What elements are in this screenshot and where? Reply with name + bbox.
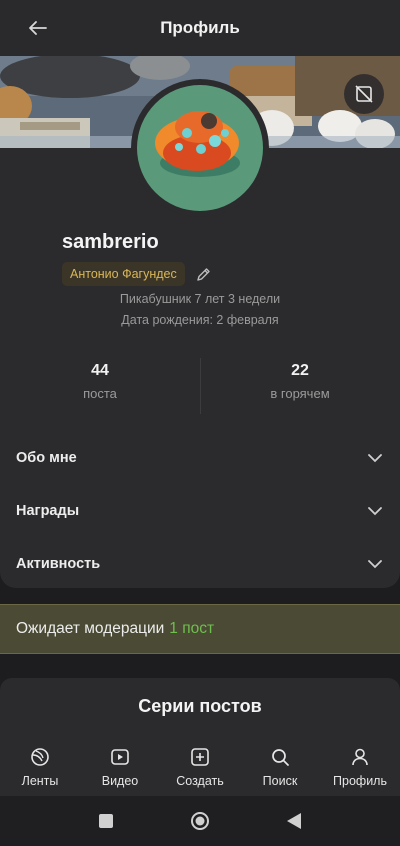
bottom-nav: Ленты Видео Создать Поиск Профиль (0, 732, 400, 796)
recents-button[interactable] (95, 810, 117, 832)
back-nav-button[interactable] (283, 810, 305, 832)
profile-icon (352, 748, 368, 766)
nav-search[interactable]: Поиск (245, 746, 315, 788)
chevron-down-icon (368, 559, 382, 568)
nav-label: Поиск (262, 774, 298, 788)
stat-value: 22 (291, 362, 309, 379)
edit-cover-button[interactable] (344, 74, 384, 114)
section-label: Награды (16, 503, 80, 519)
system-nav-bar (0, 796, 400, 846)
feeds-icon (31, 748, 49, 766)
square-icon (99, 814, 113, 828)
image-off-icon (355, 85, 373, 103)
avatar-image (137, 85, 263, 211)
tag-row: Антонио Фагундес (62, 262, 213, 286)
user-tag[interactable]: Антонио Фагундес (62, 262, 185, 286)
stat-posts[interactable]: 44 поста (0, 356, 200, 416)
stat-hot[interactable]: 22 в горячем (200, 356, 400, 416)
chevron-down-icon (368, 506, 382, 515)
nav-create[interactable]: Создать (165, 746, 235, 788)
home-button[interactable] (189, 810, 211, 832)
section-about[interactable]: Обо мне (0, 438, 400, 478)
series-section: Серии постов (0, 678, 400, 738)
birthday-text: Дата рождения: 2 февраля (121, 313, 279, 327)
circle-icon (191, 812, 209, 830)
chevron-down-icon (368, 453, 382, 462)
nav-label: Создать (176, 774, 224, 788)
moderation-text: Ожидает модерации (16, 620, 165, 637)
username: sambrerio (62, 231, 159, 253)
avatar[interactable] (131, 79, 269, 217)
stat-label: в горячем (270, 386, 330, 401)
moderation-count: 1 пост (169, 620, 215, 637)
page-title: Профиль (160, 18, 240, 37)
top-bar: Профиль (0, 0, 400, 56)
profile-card: sambrerio Антонио Фагундес Пикабушник 7 … (0, 56, 400, 588)
stat-value: 44 (91, 362, 109, 379)
nav-label: Ленты (21, 774, 59, 788)
nav-label: Профиль (333, 774, 387, 788)
nav-label: Видео (101, 774, 139, 788)
section-activity[interactable]: Активность (0, 544, 400, 584)
search-icon (272, 749, 289, 766)
stat-label: поста (83, 386, 117, 401)
video-icon (111, 749, 129, 765)
stat-divider (200, 358, 201, 414)
moderation-banner[interactable]: Ожидает модерации 1 пост (0, 604, 400, 654)
section-label: Активность (16, 556, 101, 572)
stats: 44 поста 22 в горячем (0, 356, 400, 416)
tenure-text: Пикабушник 7 лет 3 недели (119, 292, 281, 306)
series-title: Серии постов (138, 696, 262, 716)
nav-video[interactable]: Видео (85, 746, 155, 788)
nav-profile[interactable]: Профиль (325, 746, 395, 788)
edit-tag-button[interactable] (195, 265, 213, 283)
section-label: Обо мне (16, 450, 77, 466)
triangle-back-icon (287, 813, 301, 829)
section-awards[interactable]: Награды (0, 491, 400, 531)
arrow-left-icon (29, 21, 47, 35)
nav-feeds[interactable]: Ленты (5, 746, 75, 788)
create-icon (191, 748, 209, 766)
back-button[interactable] (22, 12, 54, 44)
pencil-icon (197, 267, 210, 281)
